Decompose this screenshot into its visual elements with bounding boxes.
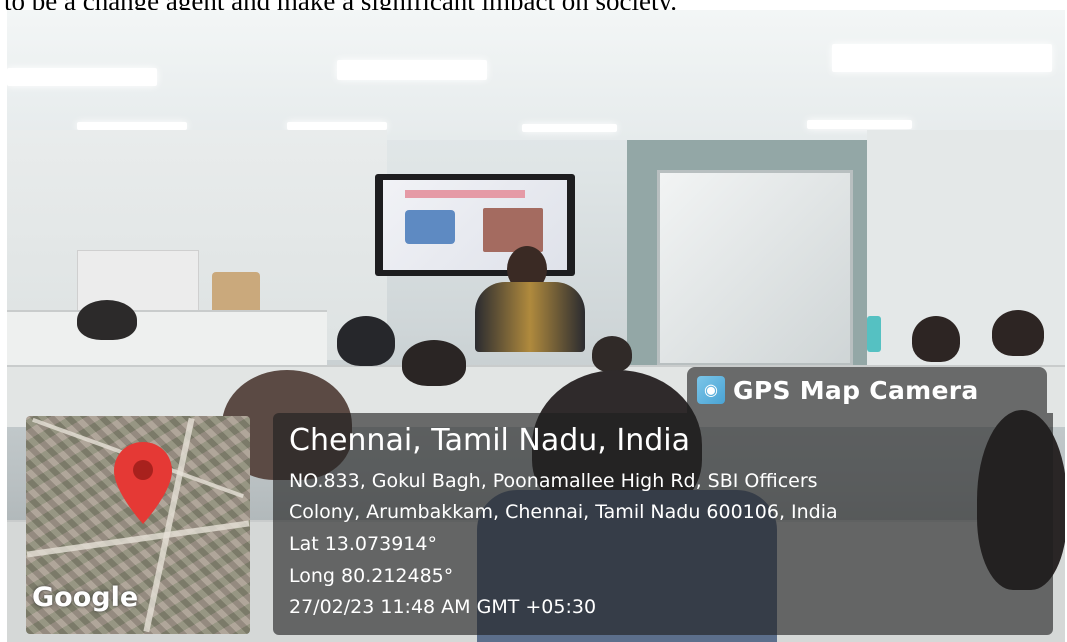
student xyxy=(992,310,1044,356)
location-place: Chennai, Tamil Nadu, India xyxy=(289,423,690,458)
student xyxy=(77,300,137,340)
ceiling-light xyxy=(522,124,617,132)
student xyxy=(337,316,395,366)
map-thumbnail: Google xyxy=(26,416,250,634)
slide-image xyxy=(483,208,543,252)
water-bottle xyxy=(867,316,881,352)
ceiling-light xyxy=(287,122,387,130)
student xyxy=(402,340,466,386)
map-pin-icon xyxy=(114,442,172,524)
ceiling-light xyxy=(832,44,1052,72)
student xyxy=(592,336,632,372)
student xyxy=(912,316,960,362)
ceiling-light xyxy=(807,120,912,129)
ceiling-light xyxy=(77,122,187,130)
glass-door xyxy=(657,170,853,366)
slide-image xyxy=(405,210,455,244)
address-line-2: Colony, Arumbakkam, Chennai, Tamil Nadu … xyxy=(289,501,838,523)
gps-overlay-panel: Chennai, Tamil Nadu, India NO.833, Gokul… xyxy=(273,413,1053,635)
ceiling-light xyxy=(337,60,487,80)
gps-overlay-header: ◉ GPS Map Camera xyxy=(687,367,1047,413)
camera-map-icon: ◉ xyxy=(697,376,725,404)
address-line-1: NO.833, Gokul Bagh, Poonamallee High Rd,… xyxy=(289,470,818,492)
map-road xyxy=(26,520,250,558)
desk-row xyxy=(7,310,327,372)
gps-app-name: GPS Map Camera xyxy=(733,375,979,405)
presenter xyxy=(475,282,585,352)
google-logo: Google xyxy=(32,582,139,613)
latitude: Lat 13.073914° xyxy=(289,533,437,555)
timestamp: 27/02/23 11:48 AM GMT +05:30 xyxy=(289,596,597,618)
ceiling-light xyxy=(7,68,157,86)
slide-title-bar xyxy=(405,190,525,198)
longitude: Long 80.212485° xyxy=(289,565,454,587)
